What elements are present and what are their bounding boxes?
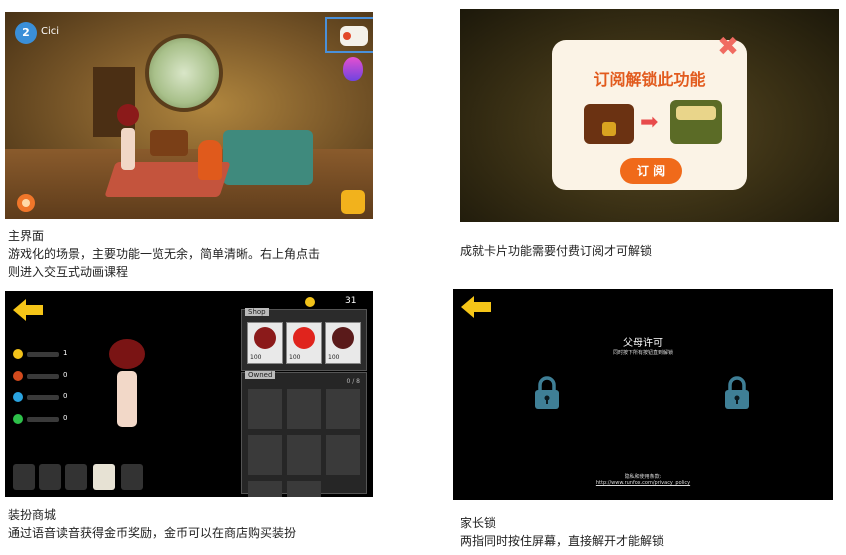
- caption-title: 装扮商城: [8, 508, 57, 522]
- coin-count: 31: [345, 296, 357, 306]
- owned-slot[interactable]: [248, 389, 282, 429]
- back-arrow-icon[interactable]: [11, 297, 45, 323]
- round-window: [145, 34, 223, 112]
- caption-text: 通过语音读音获得金币奖励，金币可以在商店购买装扮: [8, 526, 297, 540]
- lesson-icon: [340, 26, 368, 46]
- coin-icon: [305, 297, 315, 307]
- parent-lock-screenshot: 父母许可 同时按下所有按钮直到解锁 隐私和使用条款: http://www.ru…: [453, 289, 833, 500]
- lock-icon[interactable]: [723, 375, 751, 411]
- avatar-character: [105, 339, 149, 439]
- owned-slot[interactable]: [248, 435, 282, 475]
- caption-title: 家长锁: [460, 516, 497, 530]
- category-bottom-button[interactable]: [65, 464, 87, 490]
- caption-text: 则进入交互式动画课程: [8, 265, 129, 279]
- subscribe-dialog: ✖ 订阅解锁此功能 ➡ 订 阅: [552, 34, 747, 190]
- locked-chest-icon: [584, 104, 634, 144]
- avatar-character[interactable]: [117, 104, 141, 174]
- main-scene-screenshot: 2 Cici: [5, 12, 373, 219]
- caption-main: 主界面 游戏化的场景，主要功能一览无余，简单清晰。右上角点击 则进入交互式动画课…: [8, 227, 320, 281]
- owned-slot[interactable]: [287, 435, 321, 475]
- dress-up-shop-screenshot: 31 1 0 0 0 Shop 100 100 100 Owned 0 / 8: [5, 291, 373, 497]
- category-shoes-button[interactable]: [121, 464, 143, 490]
- policy-link[interactable]: http://www.runfox.com/privacy_policy: [453, 480, 833, 486]
- shop-label: Shop: [245, 308, 269, 316]
- level-badge-icon[interactable]: 2: [15, 22, 37, 44]
- caption-text: 游戏化的场景，主要功能一览无余，简单清晰。右上角点击: [8, 247, 321, 261]
- category-hair-button[interactable]: [13, 464, 35, 490]
- owned-slot[interactable]: [248, 481, 282, 497]
- owned-panel: Owned 0 / 8: [241, 371, 367, 497]
- owned-slot[interactable]: [326, 389, 360, 429]
- owned-count: 0 / 8: [346, 378, 360, 385]
- caption-text: 两指同时按住屏幕，直接解开才能解锁: [460, 534, 665, 548]
- bag-icon[interactable]: [341, 190, 365, 214]
- shop-item[interactable]: 100: [325, 322, 361, 364]
- owned-slot[interactable]: [287, 481, 321, 497]
- open-chest-icon: [670, 100, 722, 144]
- shop-item[interactable]: 100: [247, 322, 283, 364]
- username: Cici: [41, 26, 60, 37]
- close-icon[interactable]: ✖: [715, 34, 741, 60]
- caption-title: 主界面: [8, 229, 45, 243]
- parent-lock-subtitle: 同时按下所有按钮直到解锁: [612, 350, 673, 356]
- category-accessory-button[interactable]: [93, 464, 115, 490]
- shop-item[interactable]: 100: [286, 322, 322, 364]
- owned-label: Owned: [245, 371, 276, 379]
- lesson-button[interactable]: [325, 17, 373, 53]
- caption-parent-lock: 家长锁 两指同时按住屏幕，直接解开才能解锁: [460, 514, 664, 550]
- caption-text: 成就卡片功能需要付费订阅才可解锁: [460, 244, 653, 258]
- caption-locked: 成就卡片功能需要付费订阅才可解锁: [460, 242, 652, 260]
- fox-character[interactable]: [198, 140, 222, 180]
- policy-label: 隐私和使用条款:: [624, 474, 662, 480]
- bed: [223, 130, 313, 185]
- caption-shop: 装扮商城 通过语音读音获得金币奖励，金币可以在商店购买装扮: [8, 506, 296, 542]
- gear-icon[interactable]: [15, 192, 37, 214]
- owned-slot[interactable]: [326, 435, 360, 475]
- owned-slot[interactable]: [287, 389, 321, 429]
- treasure-chest[interactable]: [150, 130, 188, 156]
- back-arrow-icon[interactable]: [459, 294, 493, 320]
- arrow-right-icon: ➡: [640, 110, 659, 135]
- lock-icon[interactable]: [533, 375, 561, 411]
- locked-feature-screenshot: ✖ 订阅解锁此功能 ➡ 订 阅: [460, 9, 839, 222]
- category-top-button[interactable]: [39, 464, 61, 490]
- dialog-title: 订阅解锁此功能: [593, 70, 706, 89]
- parent-lock-title: 父母许可: [623, 338, 663, 349]
- shop-panel: Shop 100 100 100: [241, 308, 367, 371]
- egg-icon[interactable]: [343, 57, 363, 81]
- subscribe-button[interactable]: 订 阅: [620, 158, 682, 184]
